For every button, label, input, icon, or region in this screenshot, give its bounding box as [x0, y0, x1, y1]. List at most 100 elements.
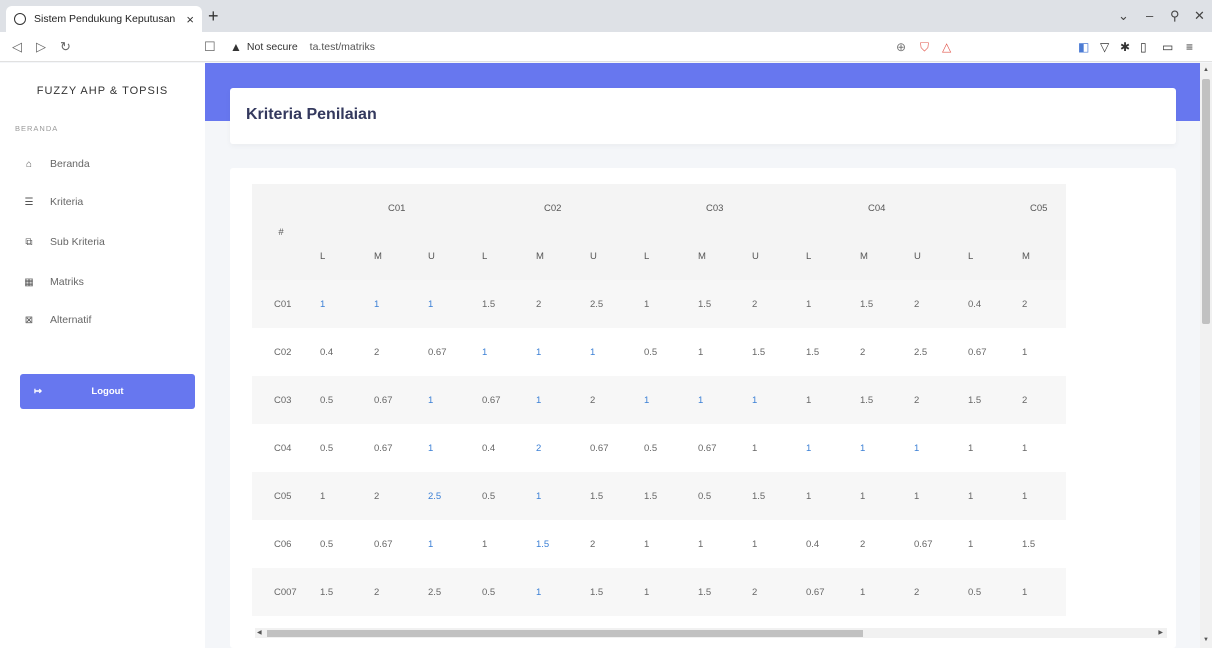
criteria-header: C01 — [388, 202, 406, 214]
matrix-cell: 1 — [698, 346, 704, 358]
translate-icon[interactable]: ◧ — [1078, 40, 1089, 54]
sidebar-toggle-icon[interactable]: ▯ — [1140, 40, 1147, 54]
table-row: C04 0.5 0.67 1 0.4 2 0.67 0.5 0.67 1 1 1 1 1 1 — [252, 424, 1066, 472]
matrix-cell: 1 — [752, 442, 758, 454]
matrix-cell: 2 — [752, 298, 758, 310]
lmu-header: L — [482, 250, 488, 262]
clipboard-icon: ⊠ — [24, 314, 34, 326]
matrix-cell: 2 — [914, 298, 920, 310]
address-bar[interactable]: ▲ Not secure ta.test/matriks — [230, 37, 992, 57]
matrix-cell: 0.67 — [806, 586, 825, 598]
copy-icon: ⧉ — [25, 236, 33, 248]
menu-icon[interactable]: ≡ — [1186, 40, 1193, 54]
sidebar-item-matriks[interactable]: ▦ Matriks — [22, 273, 84, 291]
zoom-icon[interactable]: ⊕ — [896, 40, 906, 54]
brave-shield-icon[interactable]: ⛉ — [920, 40, 929, 55]
matrix-cell: 0.5 — [320, 538, 334, 550]
lmu-header: M — [698, 250, 706, 262]
matrix-cell: 2 — [536, 442, 542, 454]
matrix-cell: 1 — [428, 298, 434, 310]
not-secure-label: Not secure — [246, 41, 298, 53]
matrix-cell: 1.5 — [806, 346, 820, 358]
matrix-cell: 0.5 — [482, 586, 496, 598]
matrix-cell: 1 — [482, 346, 488, 358]
brave-rewards-icon[interactable]: △ — [942, 40, 951, 54]
row-label: C06 — [274, 538, 292, 550]
wallet-icon[interactable]: ▭ — [1162, 40, 1173, 54]
sidebar-item-label: Alternatif — [50, 314, 92, 326]
scroll-right-icon[interactable]: ▶ — [1158, 629, 1163, 636]
matrix-cell: 2 — [752, 586, 758, 598]
browser-tab[interactable]: Sistem Pendukung Keputusan × — [6, 6, 202, 32]
matrix-cell: 1.5 — [536, 538, 550, 550]
matrix-cell: 0.67 — [374, 538, 393, 550]
matrix-cell: 0.67 — [374, 394, 393, 406]
chevron-down-icon[interactable]: ⌄ — [1118, 8, 1129, 24]
table-row: C06 0.5 0.67 1 1 1.5 2 1 1 1 0.4 2 0.67 1 1.5 — [252, 520, 1066, 568]
matrix-cell: 1 — [860, 586, 866, 598]
sidebar-item-alternatif[interactable]: ⊠ Alternatif — [22, 311, 92, 329]
sidebar-item-sub-kriteria[interactable]: ⧉ Sub Kriteria — [22, 233, 105, 251]
extension-v-icon[interactable]: ▽ — [1100, 40, 1109, 54]
matrix-cell: 2.5 — [428, 490, 442, 502]
matrix-cell: 1 — [374, 298, 380, 310]
page-scrollbar[interactable]: ▲ ▼ — [1200, 63, 1212, 648]
browser-toolbar: ◁ ▷ ↻ ☐ ▲ Not secure ta.test/matriks ⊕ ⛉… — [0, 32, 1212, 62]
scroll-down-icon[interactable]: ▼ — [1203, 637, 1209, 643]
home-icon: ⌂ — [25, 158, 33, 170]
matrix-cell: 1 — [482, 538, 488, 550]
matrix-cell: 0.5 — [644, 442, 658, 454]
matrix-cell: 0.4 — [806, 538, 820, 550]
logout-button[interactable]: ↦ Logout — [20, 374, 195, 409]
matrix-cell: 2.5 — [590, 298, 604, 310]
back-icon[interactable]: ◁ — [12, 39, 22, 55]
scroll-up-icon[interactable]: ▲ — [1203, 67, 1209, 73]
matrix-cell: 1 — [428, 442, 434, 454]
hscroll-thumb[interactable] — [267, 630, 863, 637]
matrix-cell: 1 — [806, 490, 812, 502]
sidebar-item-kriteria[interactable]: ☰ Kriteria — [22, 193, 84, 211]
lmu-header: L — [968, 250, 974, 262]
matrix-cell: 1 — [806, 298, 812, 310]
matrix-cell: 1 — [644, 538, 650, 550]
tab-title: Sistem Pendukung Keputusan — [34, 13, 176, 25]
pin-icon[interactable]: ⚲ — [1170, 8, 1180, 24]
new-tab-button[interactable]: + — [208, 6, 219, 27]
scrollbar-thumb[interactable] — [1202, 79, 1210, 324]
matrix-cell: 2 — [860, 346, 866, 358]
matrix-cell: 1 — [644, 586, 650, 598]
browser-tabbar: Sistem Pendukung Keputusan × + ⌄ – ⚲ ✕ — [0, 0, 1212, 32]
matrix-cell: 0.4 — [320, 346, 334, 358]
sidebar: FUZZY AHP & TOPSIS BERANDA ⌂ Beranda ☰ K… — [0, 63, 205, 648]
bookmark-icon[interactable]: ☐ — [204, 39, 216, 55]
matrix-cell: 1 — [860, 442, 866, 454]
forward-icon[interactable]: ▷ — [36, 39, 46, 55]
minimize-icon[interactable]: – — [1146, 8, 1153, 23]
matrix-cell: 0.67 — [374, 442, 393, 454]
scroll-left-icon[interactable]: ◀ — [257, 629, 262, 636]
matrix-cell: 1 — [590, 346, 596, 358]
close-window-icon[interactable]: ✕ — [1194, 8, 1205, 24]
lmu-header: M — [1022, 250, 1030, 262]
matrix-cell: 0.5 — [482, 490, 496, 502]
hash-header: # — [278, 226, 284, 238]
table-scroll-container[interactable]: # C01 C02 C03 C04 C05 L M U L M U L M U — [252, 184, 1152, 616]
comparison-matrix-table: # C01 C02 C03 C04 C05 L M U L M U L M U — [252, 184, 1066, 616]
matrix-cell: 1 — [644, 394, 650, 406]
brand-logo[interactable]: FUZZY AHP & TOPSIS — [0, 85, 205, 97]
reload-icon[interactable]: ↻ — [60, 39, 71, 55]
sidebar-item-label: Sub Kriteria — [50, 236, 105, 248]
matrix-cell: 0.5 — [968, 586, 982, 598]
url-text[interactable]: ta.test/matriks — [310, 41, 375, 53]
sidebar-item-beranda[interactable]: ⌂ Beranda — [22, 155, 90, 173]
matrix-cell: 1 — [968, 538, 974, 550]
matrix-cell: 0.67 — [698, 442, 717, 454]
matrix-cell: 2 — [536, 298, 542, 310]
matrix-cell: 0.67 — [428, 346, 447, 358]
extensions-icon[interactable]: ✱ — [1120, 40, 1130, 54]
matrix-cell: 1.5 — [968, 394, 982, 406]
tab-close-icon[interactable]: × — [186, 12, 194, 27]
lmu-header: U — [914, 250, 921, 262]
table-horizontal-scrollbar[interactable]: ◀ ▶ — [255, 628, 1167, 638]
matrix-cell: 1 — [1022, 586, 1028, 598]
